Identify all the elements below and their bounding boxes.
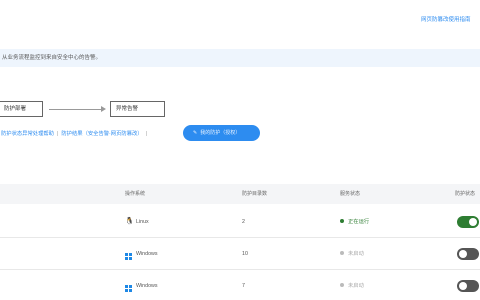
tag-icon: ✎ xyxy=(193,130,198,136)
linux-icon: 🐧 xyxy=(125,218,134,225)
col-os: 操作系统 xyxy=(125,191,146,197)
abnormal-help-link[interactable]: 防护状态异常处理帮助 xyxy=(1,131,54,137)
my-protection-label: 我的防护（授权） xyxy=(200,130,241,136)
service-status-text: 正在运行 xyxy=(348,219,370,225)
table-header: 操作系统 防护目录数 服务状态 防护状态 xyxy=(0,184,480,204)
action-links: 防护状态异常处理帮助 | 防护结果（安全告警·网页防篡改） | xyxy=(1,129,150,137)
table-row: Windows 10 未启动 xyxy=(0,238,480,270)
os-name: Windows xyxy=(136,251,158,257)
col-protection-status: 防护状态 xyxy=(455,191,476,197)
os-cell: Windows xyxy=(125,270,158,300)
status-dot xyxy=(340,219,344,223)
service-status: 未启动 xyxy=(340,238,364,270)
flow-connector xyxy=(49,109,103,110)
toggle-knob xyxy=(459,250,467,258)
protection-result-link[interactable]: 防护结果（安全告警·网页防篡改） xyxy=(61,131,142,137)
flow-step-alert: 异常告警 xyxy=(110,101,165,117)
os-name: Windows xyxy=(136,283,158,289)
service-status: 正在运行 xyxy=(340,206,369,238)
link-separator: | xyxy=(145,131,147,137)
os-cell: Windows xyxy=(125,238,158,270)
help-guide-link[interactable]: 网页防篡改使用指南 xyxy=(421,15,471,23)
windows-icon xyxy=(125,285,132,292)
service-status-text: 未启动 xyxy=(348,251,364,257)
status-dot xyxy=(340,251,344,255)
dir-count: 10 xyxy=(242,251,248,257)
dir-count: 7 xyxy=(242,283,245,289)
service-status-text: 未启动 xyxy=(348,283,364,289)
protection-toggle[interactable] xyxy=(457,216,479,228)
dir-count: 2 xyxy=(242,219,245,225)
arrow-right-icon xyxy=(101,106,106,112)
os-cell: 🐧 Linux xyxy=(125,206,149,238)
info-banner-text: 从业务流程监控到来自安全中心的告警。 xyxy=(2,55,102,61)
link-separator: | xyxy=(56,131,59,137)
protection-toggle[interactable] xyxy=(457,248,479,260)
os-name: Linux xyxy=(136,219,149,225)
protection-toggle[interactable] xyxy=(457,280,479,292)
col-dir-count: 防护目录数 xyxy=(242,191,268,197)
service-status: 未启动 xyxy=(340,270,364,300)
table-row: Windows 7 未启动 xyxy=(0,270,480,300)
col-service-status: 服务状态 xyxy=(340,191,361,197)
info-banner: 从业务流程监控到来自安全中心的告警。 xyxy=(0,49,480,67)
windows-icon xyxy=(125,253,132,260)
table-row: 🐧 Linux 2 正在运行 xyxy=(0,206,480,238)
flow-step-deploy: 防护部署 xyxy=(0,101,43,117)
my-protection-button[interactable]: ✎ 我的防护（授权） xyxy=(183,125,260,141)
toggle-knob xyxy=(469,218,477,226)
toggle-knob xyxy=(459,282,467,290)
status-dot xyxy=(340,283,344,287)
